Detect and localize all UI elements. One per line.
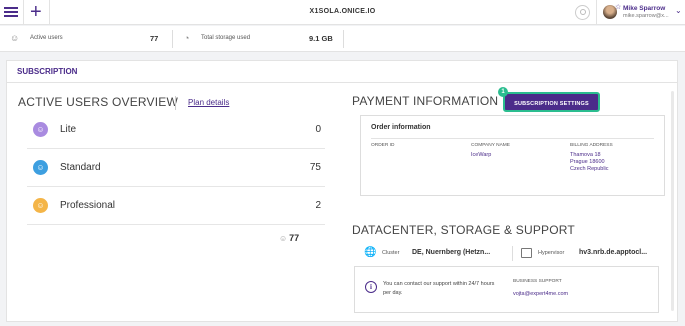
user-icon: ☺ xyxy=(33,198,48,213)
order-id-column: ORDER ID xyxy=(371,143,394,152)
chevron-down-icon[interactable]: ⌄ xyxy=(675,6,682,15)
business-support-email[interactable]: vojta@expert4me.com xyxy=(513,291,568,297)
billing-label: BILLING ADDRESS xyxy=(570,143,613,148)
subscription-panel: SUBSCRIPTION ACTIVE USERS OVERVIEW Plan … xyxy=(6,60,678,322)
info-icon: i xyxy=(365,281,377,293)
user-icon: ☺ xyxy=(33,160,48,175)
users-total-value: 77 xyxy=(289,233,300,243)
users-total: ☺ 77 xyxy=(279,233,299,243)
users-overview-heading: ACTIVE USERS OVERVIEW xyxy=(18,95,179,109)
panel-title: SUBSCRIPTION xyxy=(7,61,677,83)
plan-details-link[interactable]: Plan details xyxy=(188,98,229,107)
divider xyxy=(371,138,654,139)
cluster-value: DE, Nuernberg (Hetzn... xyxy=(412,249,491,256)
stats-bar: ☺ Active users 77 ◔ Total storage used 9… xyxy=(0,26,685,52)
subscription-settings-button[interactable]: SUBSCRIPTION SETTINGS xyxy=(503,92,600,112)
user-name[interactable]: Mike Sparrow xyxy=(623,5,665,12)
scrollbar[interactable] xyxy=(671,91,674,311)
order-heading: Order information xyxy=(371,124,431,131)
hypervisor-label: Hypervisor xyxy=(538,250,565,256)
order-information-box: Order information ORDER ID COMPANY NAME … xyxy=(360,115,665,196)
globe-icon: 🌐 xyxy=(364,247,377,258)
user-type-count: 75 xyxy=(309,162,321,173)
users-icon: ☺ xyxy=(279,234,288,243)
storage-value: 9.1 GB xyxy=(309,34,333,43)
step-badge: 1 xyxy=(498,87,508,97)
user-type-count: 2 xyxy=(315,200,321,211)
business-support-label: BUSINESS SUPPORT xyxy=(513,279,562,284)
divider xyxy=(172,30,173,48)
top-bar: + X1SOLA.ONICE.IO ☆ Mike Sparrow mike.sp… xyxy=(0,0,685,25)
user-icon: ☺ xyxy=(33,122,48,137)
user-type-name: Professional xyxy=(60,200,116,211)
billing-line: Thamova 18 xyxy=(570,152,601,158)
search-icon[interactable] xyxy=(575,5,590,20)
server-icon xyxy=(521,248,532,258)
user-type-name: Lite xyxy=(60,124,77,135)
payment-heading: PAYMENT INFORMATION xyxy=(352,94,499,108)
order-id-label: ORDER ID xyxy=(371,143,395,148)
divider xyxy=(175,96,176,110)
cluster-label: Cluster xyxy=(382,250,400,256)
datacenter-row: 🌐 Cluster DE, Nuernberg (Hetzn... Hyperv… xyxy=(354,243,659,265)
divider xyxy=(512,246,513,261)
datacenter-heading: DATACENTER, STORAGE & SUPPORT xyxy=(352,223,575,237)
user-type-row-standard: ☺ Standard 75 xyxy=(27,149,325,187)
storage-icon: ◔ xyxy=(184,33,190,43)
user-type-count: 0 xyxy=(315,124,321,135)
active-users-value: 77 xyxy=(150,34,159,43)
user-type-row-professional: ☺ Professional 2 xyxy=(27,187,325,225)
hypervisor-value: hv3.nrb.de.apptocl... xyxy=(579,249,648,256)
user-type-name: Standard xyxy=(60,162,101,173)
divider xyxy=(343,30,344,48)
company-value: IceWarp xyxy=(471,152,492,158)
billing-column: BILLING ADDRESS Thamova 18 Prague 18600 … xyxy=(570,143,613,173)
storage-label: Total storage used xyxy=(201,35,251,41)
support-text: You can contact our support within 24/7 … xyxy=(383,281,495,296)
billing-line: Czech Republic xyxy=(570,166,609,172)
active-users-label: Active users xyxy=(30,35,63,41)
billing-line: Prague 18600 xyxy=(570,159,605,165)
support-box: i You can contact our support within 24/… xyxy=(354,266,659,313)
user-type-row-lite: ☺ Lite 0 xyxy=(27,111,325,149)
company-label: COMPANY NAME xyxy=(471,143,511,148)
user-email: mike.sparrow@x... xyxy=(623,13,669,19)
users-icon: ☺ xyxy=(10,33,20,43)
star-icon[interactable]: ☆ xyxy=(615,3,621,11)
divider xyxy=(596,0,597,25)
company-column: COMPANY NAME IceWarp xyxy=(471,143,510,159)
